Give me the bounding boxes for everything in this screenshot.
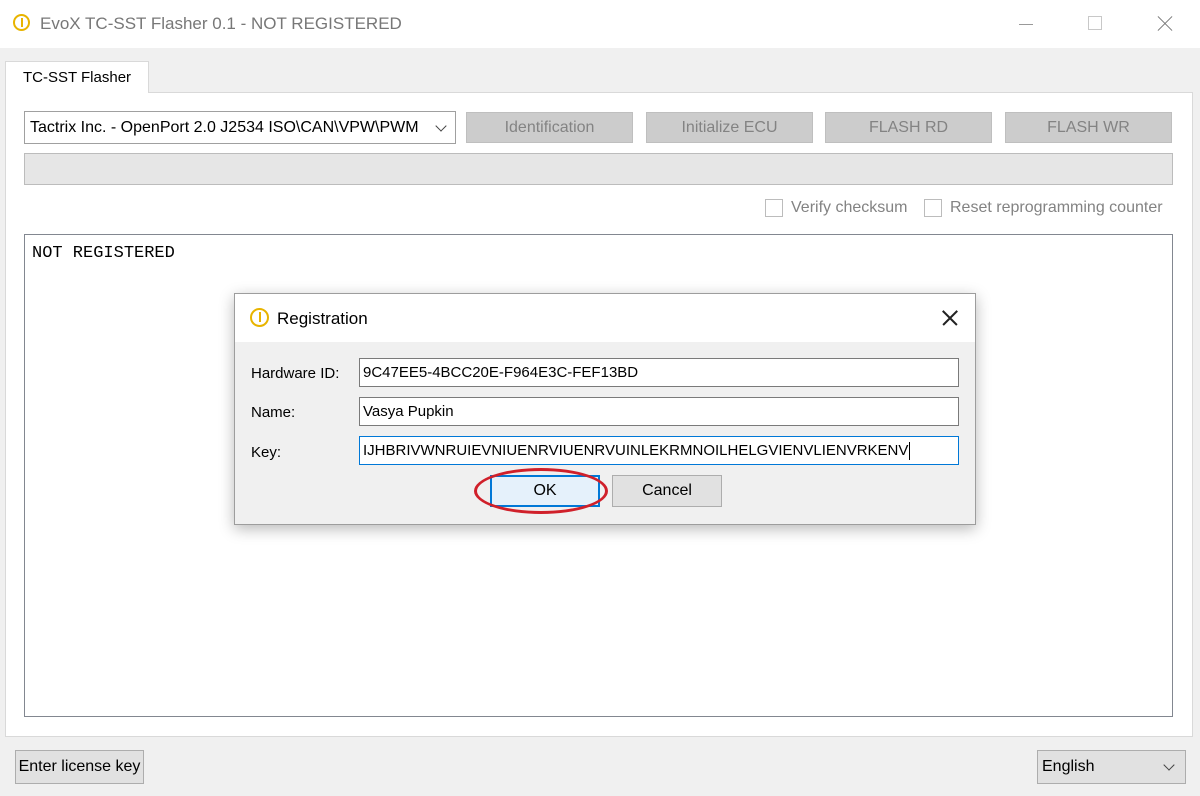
key-label: Key: [251, 444, 282, 461]
title-bar: EvoX TC-SST Flasher 0.1 - NOT REGISTERED [0, 0, 1200, 48]
flash-wr-button[interactable]: FLASH WR [1005, 112, 1172, 143]
progress-bar [24, 153, 1173, 185]
enter-license-key-button[interactable]: Enter license key [15, 750, 144, 784]
app-warning-icon [13, 14, 30, 31]
name-field[interactable]: Vasya Pupkin [359, 397, 959, 426]
key-field[interactable]: IJHBRIVWNRUIEVNIUENRVIUENRVUINLEKRMNOILH… [359, 436, 959, 465]
name-value: Vasya Pupkin [363, 403, 454, 420]
window-title: EvoX TC-SST Flasher 0.1 - NOT REGISTERED [40, 14, 402, 33]
text-caret [909, 442, 911, 461]
hardware-id-value: 9C47EE5-4BCC20E-F964E3C-FEF13BD [363, 364, 639, 381]
maximize-button[interactable] [1075, 10, 1115, 38]
registration-dialog: Registration Hardware ID: 9C47EE5-4BCC20… [234, 293, 976, 525]
reset-counter-option[interactable]: Reset reprogramming counter [924, 199, 1163, 217]
minimize-button[interactable] [1006, 10, 1046, 38]
hardware-id-field[interactable]: 9C47EE5-4BCC20E-F964E3C-FEF13BD [359, 358, 959, 387]
reset-counter-checkbox[interactable] [924, 199, 942, 217]
hardware-id-label: Hardware ID: [251, 365, 340, 382]
chevron-down-icon [1163, 759, 1175, 771]
dialog-title-bar: Registration [235, 294, 975, 342]
tab-tc-sst-flasher[interactable]: TC-SST Flasher [5, 61, 149, 93]
initialize-ecu-button[interactable]: Initialize ECU [646, 112, 813, 143]
ok-button[interactable]: OK [490, 475, 600, 507]
device-select-value: Tactrix Inc. - OpenPort 2.0 J2534 ISO\CA… [30, 119, 419, 136]
identification-button[interactable]: Identification [466, 112, 633, 143]
language-select-value: English [1042, 758, 1095, 775]
verify-checksum-option[interactable]: Verify checksum [765, 199, 907, 217]
verify-checksum-label: Verify checksum [791, 199, 908, 216]
verify-checksum-checkbox[interactable] [765, 199, 783, 217]
dialog-title: Registration [277, 309, 368, 328]
log-text: NOT REGISTERED [32, 244, 175, 263]
name-label: Name: [251, 404, 296, 421]
device-select[interactable]: Tactrix Inc. - OpenPort 2.0 J2534 ISO\CA… [24, 111, 456, 144]
dialog-close-button[interactable] [935, 304, 965, 332]
close-button[interactable] [1144, 10, 1184, 38]
flash-rd-button[interactable]: FLASH RD [825, 112, 992, 143]
dialog-warning-icon [250, 308, 269, 327]
cancel-button[interactable]: Cancel [612, 475, 722, 507]
language-select[interactable]: English [1037, 750, 1186, 784]
reset-counter-label: Reset reprogramming counter [950, 199, 1163, 216]
chevron-down-icon [435, 120, 447, 132]
key-value: IJHBRIVWNRUIEVNIUENRVIUENRVUINLEKRMNOILH… [363, 442, 909, 459]
